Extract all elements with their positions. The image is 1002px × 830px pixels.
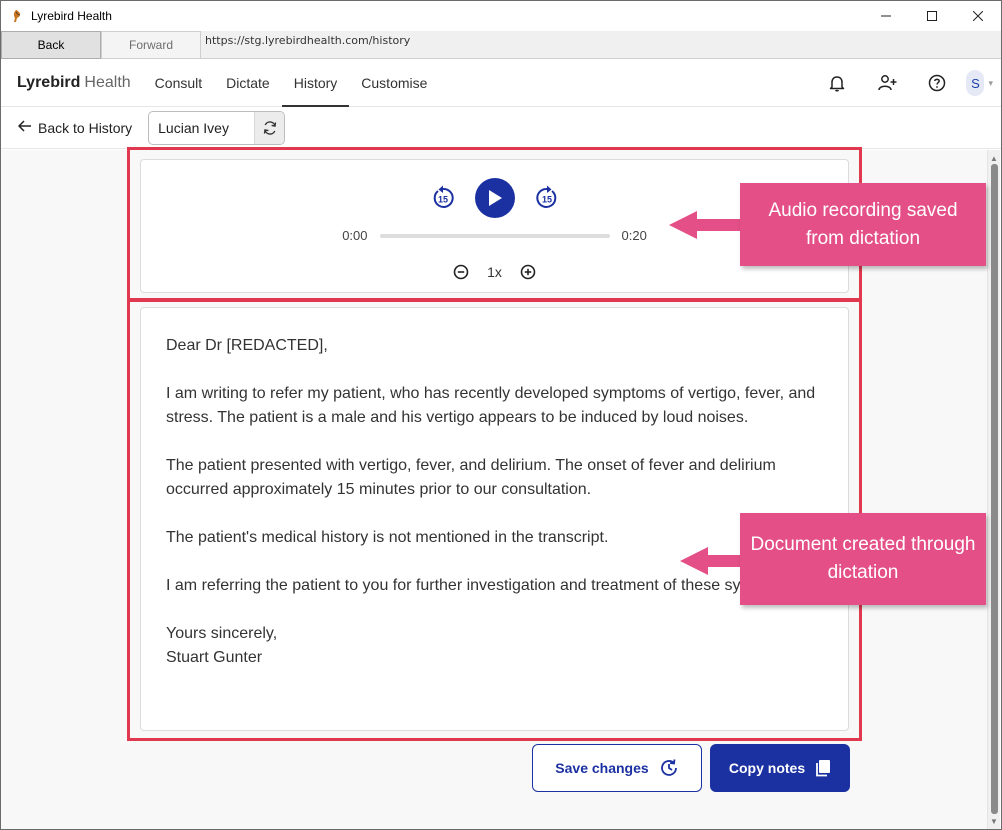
maximize-button[interactable]	[909, 1, 955, 31]
rewind-15-icon: 15	[433, 185, 454, 208]
help-icon	[929, 74, 946, 92]
plus-circle-icon	[520, 264, 536, 280]
playback-speed: 1x	[487, 264, 502, 280]
tab-consult[interactable]: Consult	[143, 59, 214, 107]
letter-paragraph: I am writing to refer my patient, who ha…	[166, 385, 816, 426]
play-button[interactable]	[474, 178, 515, 218]
sub-toolbar: Back to History Lucian Ivey	[1, 107, 1001, 149]
copy-icon	[815, 759, 831, 777]
refresh-icon	[263, 120, 276, 135]
title-bar: Lyrebird Health	[1, 1, 1001, 31]
url-text[interactable]: https://stg.lyrebirdhealth.com/history	[205, 34, 410, 47]
copy-notes-button[interactable]: Copy notes	[710, 744, 850, 792]
svg-text:15: 15	[541, 195, 551, 205]
forward-15-icon: 15	[535, 185, 556, 208]
main-tabs: Consult Dictate History Customise	[143, 59, 440, 107]
svg-text:15: 15	[437, 195, 447, 205]
rewind-15-button[interactable]: 15	[429, 184, 457, 212]
browser-back-button[interactable]: Back	[1, 30, 101, 59]
notifications-button[interactable]	[812, 59, 862, 107]
current-time: 0:00	[342, 228, 368, 243]
add-user-button[interactable]	[862, 59, 912, 107]
audio-callout-arrow-icon	[669, 211, 743, 239]
minimize-icon	[881, 15, 891, 17]
help-button[interactable]	[912, 59, 962, 107]
close-icon	[973, 11, 983, 21]
back-to-history-link[interactable]: Back to History	[17, 119, 133, 136]
document-callout-arrow-icon	[680, 547, 744, 575]
increase-speed-button[interactable]	[518, 262, 538, 282]
save-changes-button[interactable]: Save changes	[532, 744, 702, 792]
document-callout: Document created through dictation	[740, 513, 986, 605]
audio-callout: Audio recording saved from dictation	[740, 183, 986, 266]
window-title: Lyrebird Health	[31, 9, 112, 23]
scroll-up-icon[interactable]: ▲	[990, 154, 998, 163]
minimize-button[interactable]	[863, 1, 909, 31]
letter-paragraph: The patient presented with vertigo, feve…	[166, 457, 776, 498]
play-icon	[488, 190, 502, 206]
app-header: Lyrebird Health Consult Dictate History C…	[1, 59, 1001, 107]
letter-editor[interactable]: Dear Dr [REDACTED], I am writing to refe…	[166, 334, 826, 670]
progress-track[interactable]	[379, 233, 610, 238]
chevron-down-icon[interactable]: ▾	[988, 78, 993, 89]
brand-logo[interactable]: Lyrebird Health	[17, 74, 131, 92]
forward-15-button[interactable]: 15	[533, 184, 561, 212]
bell-icon	[830, 76, 845, 92]
scroll-thumb[interactable]	[991, 164, 998, 814]
letter-closing: Yours sincerely,	[166, 625, 278, 642]
browser-forward-button[interactable]: Forward	[101, 30, 201, 59]
duration: 0:20	[621, 228, 647, 243]
tab-customise[interactable]: Customise	[349, 59, 439, 107]
brand-name: Lyrebird	[17, 73, 81, 91]
arrow-left-icon	[17, 119, 32, 136]
vertical-scrollbar[interactable]: ▲ ▼	[987, 150, 1000, 829]
tab-history[interactable]: History	[281, 59, 350, 107]
refresh-button[interactable]	[254, 111, 285, 144]
back-to-history-label: Back to History	[38, 119, 133, 136]
letter-paragraph: I am referring the patient to you for fu…	[166, 577, 802, 594]
patient-name-field[interactable]: Lucian Ivey	[149, 120, 254, 136]
browser-nav-bar: Back Forward https://stg.lyrebirdhealth.…	[1, 30, 1001, 59]
patient-selector[interactable]: Lucian Ivey	[148, 110, 286, 145]
save-changes-label: Save changes	[555, 760, 649, 776]
copy-notes-label: Copy notes	[728, 760, 806, 776]
tab-dictate[interactable]: Dictate	[214, 59, 282, 107]
letter-greeting: Dear Dr [REDACTED],	[166, 337, 328, 354]
letter-signature: Stuart Gunter	[166, 649, 263, 666]
minus-circle-icon	[453, 264, 469, 280]
scroll-down-icon[interactable]: ▼	[990, 817, 998, 826]
lyrebird-logo-icon	[9, 8, 25, 24]
user-avatar[interactable]: S	[966, 70, 985, 96]
brand-suffix: Health	[84, 73, 131, 91]
decrease-speed-button[interactable]	[451, 262, 471, 282]
close-button[interactable]	[955, 1, 1001, 31]
app-window: Lyrebird Health Back Forward https://stg…	[0, 0, 1002, 830]
add-user-icon	[878, 75, 897, 91]
maximize-icon	[927, 11, 937, 21]
history-icon	[659, 758, 679, 778]
